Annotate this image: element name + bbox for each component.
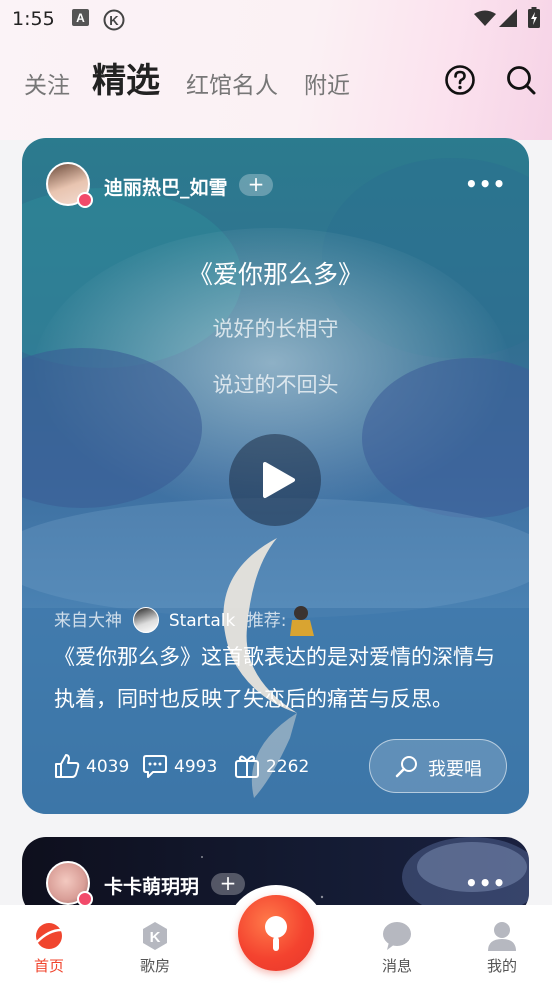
nav-profile[interactable]: 我的 [472,914,532,976]
recommender-avatar[interactable] [133,607,160,633]
sing-button[interactable]: 我要唱 [369,739,507,793]
help-circle-icon[interactable] [444,64,476,96]
tab-nearby[interactable]: 附近 [304,66,350,100]
thumbs-up-icon [55,754,80,778]
font-notification-icon: A [72,9,89,26]
sing-button-label: 我要唱 [428,759,482,780]
nav-song-room[interactable]: K 歌房 [125,914,185,976]
nav-home-label: 首页 [33,957,64,975]
signal-icon [499,9,517,27]
gift-button[interactable]: 2262 [234,753,334,781]
battery-icon [528,7,540,28]
lyric-line: 说过的不回头 [212,373,339,397]
tab-featured[interactable]: 精选 [92,53,160,102]
nav-song-room-label: 歌房 [139,957,170,975]
follow-button[interactable]: + [239,174,273,196]
svg-text:A: A [76,11,85,25]
k-notification-icon: K [103,9,125,31]
gift-count: 2262 [266,757,310,777]
post-description: 《爱你那么多》这首歌表达的是对爱情的深情与执着，同时也反映了失恋后的痛苦与反思。 [54,645,495,711]
from-label: 来自大神 [54,611,122,631]
play-button[interactable] [229,434,321,526]
verified-badge-icon [77,192,93,208]
chat-bubble-icon [383,922,411,950]
planet-icon [36,923,62,949]
comment-count: 4993 [174,757,218,777]
play-icon [263,462,295,498]
nav-profile-label: 我的 [486,957,517,975]
gift-icon [235,755,259,778]
svg-text:K: K [109,13,119,28]
more-options-button[interactable]: ••• [465,172,506,196]
microphone-icon [265,916,287,951]
feed-tabs: 关注 精选 红馆名人 附近 [24,56,444,106]
post-username[interactable]: 迪丽热巴_如雪 [104,173,228,200]
search-icon[interactable] [505,64,537,96]
lyric-line: 说好的长相守 [212,317,339,341]
recommender-name[interactable]: Startalk [169,611,236,631]
microphone-icon [395,756,417,778]
k-room-icon: K [143,922,167,950]
svg-text:K: K [150,929,161,946]
tab-celebrities[interactable]: 红馆名人 [186,66,278,100]
wifi-icon [474,10,496,26]
post-username[interactable]: 卡卡萌玥玥 [104,872,199,899]
nav-messages-label: 消息 [381,957,412,975]
recommend-label: 推荐: [246,611,287,631]
recommendation-line: 来自大神 Startalk 推荐: [54,606,287,633]
post-card[interactable]: 迪丽热巴_如雪 + ••• 《爱你那么多》 说好的长相守 说过的不回头 来自大神… [22,138,529,814]
status-bar: 1:55 A K [0,0,552,38]
comment-icon [143,755,167,778]
nav-home[interactable]: 首页 [19,914,79,976]
follow-button[interactable]: + [211,873,245,895]
like-button[interactable]: 4039 [54,753,144,781]
comment-button[interactable]: 4993 [142,753,242,781]
status-time: 1:55 [12,8,55,30]
tab-follow[interactable]: 关注 [24,66,70,100]
user-icon [488,922,516,951]
sing-center-button[interactable] [238,895,314,971]
like-count: 4039 [86,757,130,777]
more-options-button[interactable]: ••• [465,871,506,895]
song-title: 《爱你那么多》 [187,260,363,289]
nav-messages[interactable]: 消息 [367,914,427,976]
